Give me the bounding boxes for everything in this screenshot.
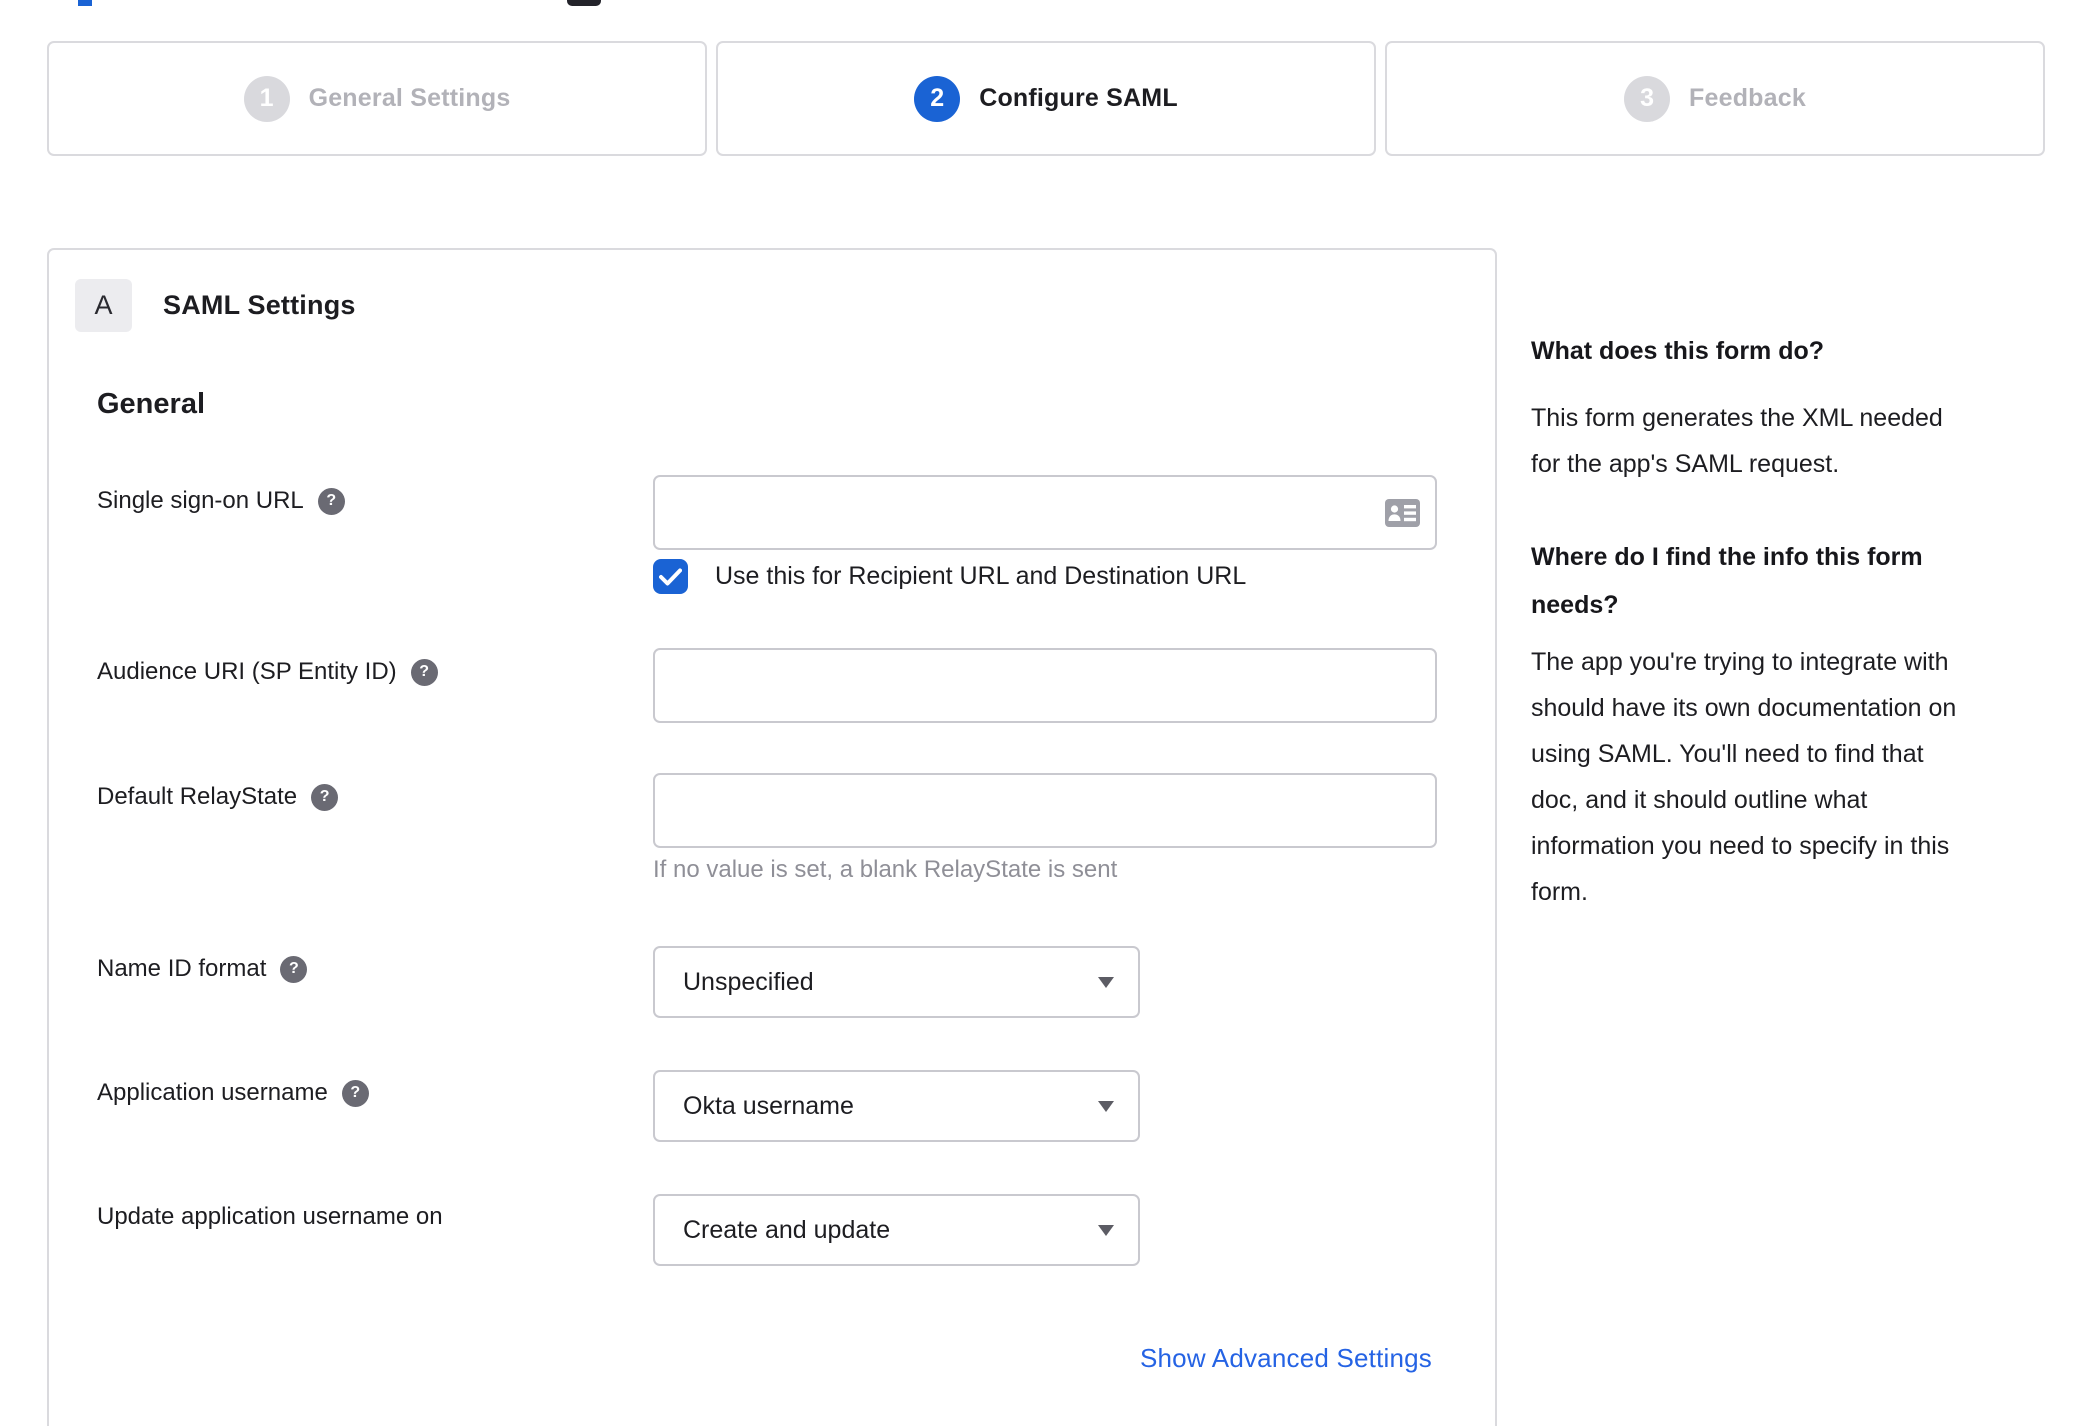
help-p1-line: This form generates the XML needed (1531, 404, 1943, 432)
audience-uri-input[interactable] (653, 648, 1437, 723)
audience-uri-input-wrap (653, 648, 1437, 723)
audience-uri-label: Audience URI (SP Entity ID) (97, 658, 397, 685)
update-username-label-row: Update application username on (97, 1203, 443, 1231)
update-username-value: Create and update (683, 1215, 891, 1244)
relaystate-input[interactable] (653, 773, 1437, 848)
general-section-heading: General (97, 388, 205, 420)
sso-url-input[interactable] (653, 475, 1437, 550)
recipient-url-checkbox-label: Use this for Recipient URL and Destinati… (715, 562, 1247, 590)
contact-card-icon[interactable] (1385, 499, 1420, 527)
help-p2-line: information you need to specify in this (1531, 832, 1950, 860)
chevron-down-icon (1098, 976, 1114, 988)
audience-uri-label-row: Audience URI (SP Entity ID) ? (97, 658, 438, 686)
help-paragraph-2: The app you're trying to integrate with … (1531, 639, 2043, 915)
chevron-down-icon (1098, 1224, 1114, 1236)
cropped-breadcrumb-fragment (78, 0, 92, 6)
update-username-select[interactable]: Create and update (653, 1194, 1140, 1266)
relaystate-help-icon[interactable]: ? (311, 783, 339, 811)
panel-title: SAML Settings (163, 290, 356, 320)
saml-settings-panel: A SAML Settings General Single sign-on U… (47, 248, 1497, 1426)
wizard-stepper: 1 General Settings 2 Configure SAML 3 Fe… (47, 41, 2045, 156)
help-h2-line: needs? (1531, 591, 1619, 619)
checkmark-icon (659, 568, 682, 585)
sso-url-label: Single sign-on URL (97, 487, 304, 514)
relaystate-label: Default RelayState (97, 783, 298, 810)
sso-url-label-row: Single sign-on URL ? (97, 487, 345, 515)
step-1-label: General Settings (308, 84, 511, 112)
app-username-select[interactable]: Okta username (653, 1070, 1140, 1142)
chevron-down-icon (1098, 1100, 1114, 1112)
step-2-circle: 2 (914, 75, 961, 122)
app-username-label-row: Application username ? (97, 1079, 369, 1107)
help-p2-line: form. (1531, 878, 1588, 906)
recipient-url-checkbox-row: Use this for Recipient URL and Destinati… (653, 559, 1246, 594)
help-paragraph-1: This form generates the XML needed for t… (1531, 395, 2043, 487)
help-h2-line: Where do I find the info this form (1531, 543, 1923, 571)
step-3-circle: 3 (1624, 75, 1671, 122)
help-heading-2: Where do I find the info this form needs… (1531, 533, 2043, 629)
section-a-badge: A (75, 279, 132, 332)
relaystate-hint: If no value is set, a blank RelayState i… (653, 856, 1118, 883)
help-p2-line: should have its own documentation on (1531, 694, 1957, 722)
step-configure-saml[interactable]: 2 Configure SAML (716, 41, 1376, 156)
sso-url-help-icon[interactable]: ? (317, 487, 345, 515)
help-p2-line: doc, and it should outline what (1531, 786, 1868, 814)
recipient-url-checkbox[interactable] (653, 559, 688, 594)
show-advanced-settings-link[interactable]: Show Advanced Settings (1140, 1343, 1432, 1374)
step-1-circle: 1 (243, 75, 290, 122)
step-3-label: Feedback (1689, 84, 1806, 112)
help-heading-1: What does this form do? (1531, 337, 1825, 365)
help-p1-line: for the app's SAML request. (1531, 450, 1840, 478)
app-username-help-icon[interactable]: ? (341, 1079, 369, 1107)
name-id-format-label: Name ID format (97, 955, 267, 982)
sso-url-input-wrap (653, 475, 1437, 550)
help-sidebar: What does this form do? This form genera… (1531, 327, 2043, 915)
page: 1 General Settings 2 Configure SAML 3 Fe… (0, 0, 2092, 1426)
audience-uri-help-icon[interactable]: ? (410, 658, 438, 686)
name-id-format-select[interactable]: Unspecified (653, 946, 1140, 1018)
name-id-format-help-icon[interactable]: ? (280, 955, 308, 983)
step-2-label: Configure SAML (979, 84, 1178, 112)
app-username-label: Application username (97, 1079, 328, 1106)
name-id-format-value: Unspecified (683, 967, 814, 996)
help-p2-line: The app you're trying to integrate with (1531, 648, 1949, 676)
step-general-settings[interactable]: 1 General Settings (47, 41, 707, 156)
relaystate-label-row: Default RelayState ? (97, 783, 339, 811)
name-id-format-label-row: Name ID format ? (97, 955, 308, 983)
help-p2-line: using SAML. You'll need to find that (1531, 740, 1924, 768)
relaystate-input-wrap (653, 773, 1437, 848)
cropped-app-logo-fragment (567, 0, 601, 6)
step-feedback[interactable]: 3 Feedback (1385, 41, 2045, 156)
app-username-value: Okta username (683, 1091, 854, 1120)
update-username-label: Update application username on (97, 1203, 443, 1230)
panel-header: A SAML Settings (75, 279, 356, 332)
